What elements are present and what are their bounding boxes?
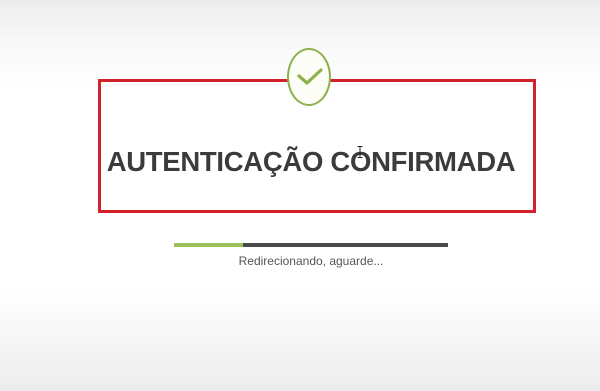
status-text: Redirecionando, aguarde... [238,254,384,268]
page-title: AUTENTICAÇÃO CONFIRMADA [106,146,516,177]
progress-bar [174,243,448,247]
progress-bar-fill [174,243,243,247]
text-cursor-icon [357,146,363,158]
check-circle-icon [287,48,331,106]
checkmark-icon [297,68,323,85]
redirect-screen: { "headline": "AUTENTICAÇÃO CONFIRMADA",… [0,0,600,391]
